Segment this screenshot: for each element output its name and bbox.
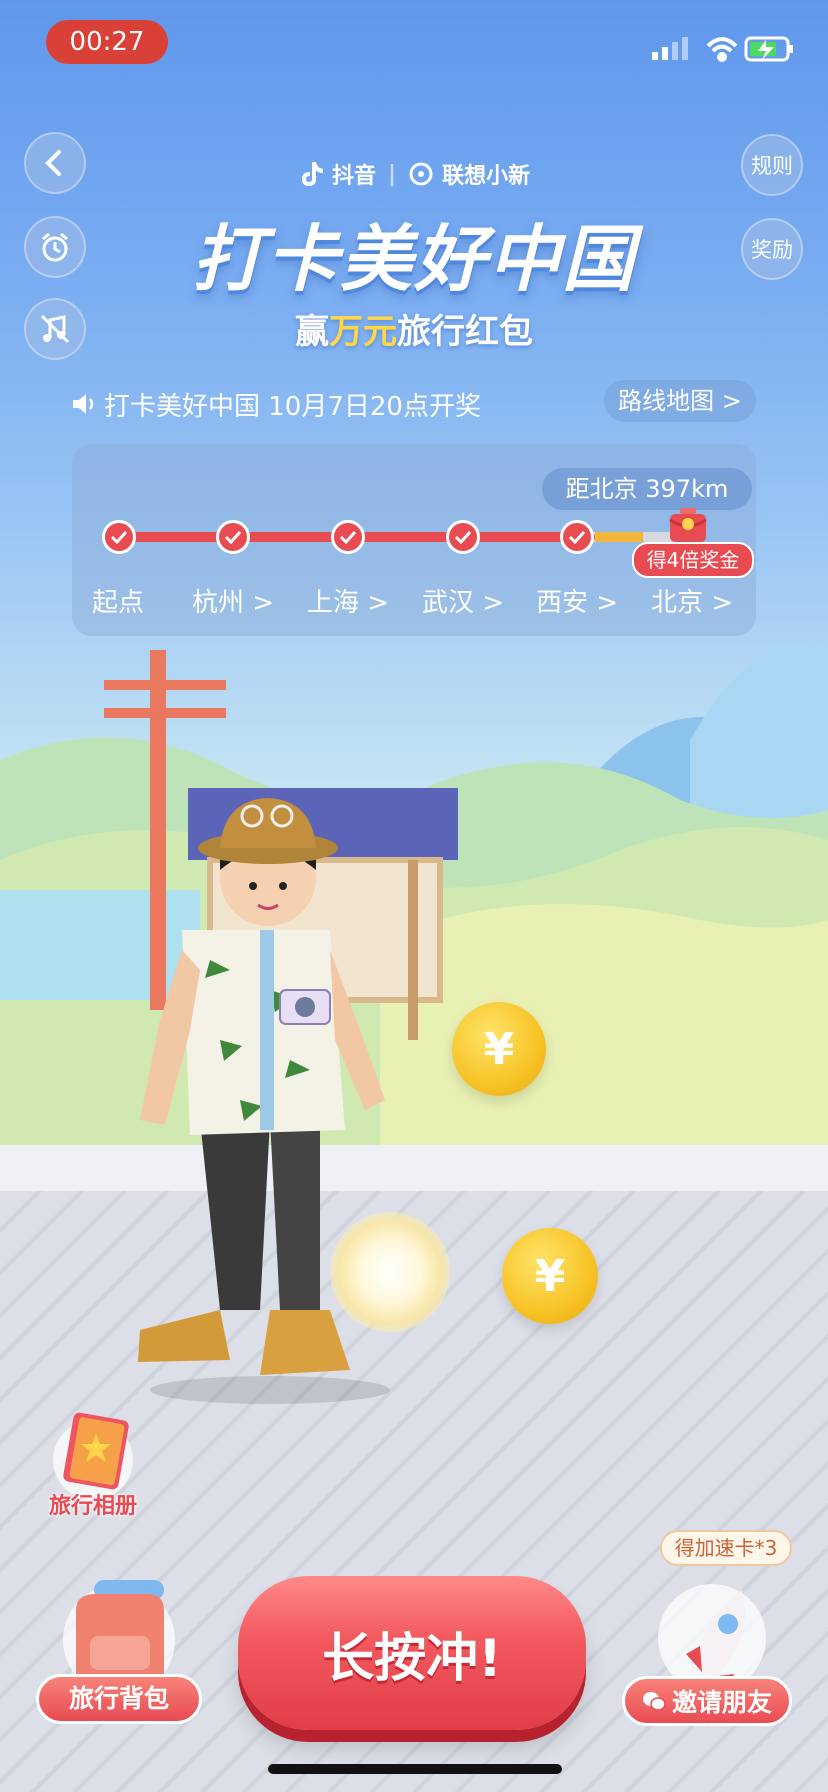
brand-douyin: 抖音 <box>332 164 377 189</box>
brand-lenovo: 联想小新 <box>442 164 531 189</box>
subtitle-post: 旅行红包 <box>397 312 533 352</box>
home-indicator <box>268 1764 562 1774</box>
energy-orb[interactable] <box>330 1212 450 1332</box>
subtitle-highlight: 万元 <box>329 312 397 352</box>
brand-bar: 抖音 | 联想小新 <box>298 156 530 192</box>
red-envelope-icon <box>669 508 707 542</box>
speaker-icon <box>73 394 94 414</box>
route-progress-partial <box>595 532 643 542</box>
travel-album-button[interactable]: 旅行相册 <box>40 1406 146 1524</box>
coin-lower: ¥ <box>502 1228 598 1324</box>
status-time: 00:27 <box>46 20 168 64</box>
stop-label-wuhan[interactable]: 武汉 > <box>403 582 523 619</box>
stop-label-beijing[interactable]: 北京 > <box>632 582 752 619</box>
yuan-icon: ¥ <box>483 1023 515 1075</box>
stop-label-hangzhou[interactable]: 杭州 > <box>173 582 293 619</box>
brand-divider: | <box>388 161 397 187</box>
notice-text: 打卡美好中国 10月7日20点开奖 <box>104 391 481 422</box>
signal-icon <box>652 37 688 60</box>
dash-button[interactable]: 长按冲! <box>238 1576 586 1730</box>
stop-dot-start <box>102 520 136 554</box>
coin-upper: ¥ <box>452 1002 546 1096</box>
stop-dot-wuhan <box>446 520 480 554</box>
notice-bar: 打卡美好中国 10月7日20点开奖 <box>70 384 481 424</box>
lenovo-logo-icon <box>409 162 433 186</box>
battery-icon <box>744 36 793 62</box>
stop-dot-hangzhou <box>216 520 250 554</box>
stop-label-shanghai[interactable]: 上海 > <box>288 582 408 619</box>
stop-label-start[interactable]: 起点 <box>58 582 178 619</box>
rules-button[interactable]: 规则 <box>741 134 803 196</box>
rules-label: 规则 <box>751 154 793 178</box>
page-title: 打卡美好中国 <box>191 217 636 301</box>
route-map-button[interactable]: 路线地图 > <box>604 380 756 422</box>
back-icon <box>45 150 61 176</box>
subtitle-pre: 赢 <box>295 312 329 352</box>
wechat-icon <box>642 1692 666 1711</box>
back-button[interactable] <box>24 132 86 194</box>
status-icons <box>652 36 793 62</box>
rocket-icon <box>658 1584 766 1694</box>
bonus-badge: 得4倍奖金 <box>632 542 754 578</box>
invite-label-pill: 邀请朋友 <box>622 1676 792 1726</box>
album-label: 旅行相册 <box>48 1494 137 1519</box>
distance-badge: 距北京 397km <box>542 468 752 510</box>
invite-friends-button[interactable]: 邀请朋友 <box>622 1576 792 1730</box>
page-subtitle: 赢万元旅行红包 <box>0 304 828 353</box>
stop-dot-xian <box>560 520 594 554</box>
douyin-logo-icon <box>302 162 323 186</box>
stop-label-xian[interactable]: 西安 > <box>517 582 637 619</box>
travel-backpack-button[interactable]: 旅行背包 <box>36 1570 202 1730</box>
stop-dot-shanghai <box>331 520 365 554</box>
wifi-icon <box>706 37 738 62</box>
check-icon <box>110 530 128 544</box>
backpack-icon <box>63 1580 175 1696</box>
check-icon <box>568 530 586 544</box>
backpack-label: 旅行背包 <box>36 1674 202 1724</box>
check-icon <box>454 530 472 544</box>
invite-label: 邀请朋友 <box>671 1688 772 1717</box>
check-icon <box>224 530 242 544</box>
yuan-icon: ¥ <box>534 1250 566 1302</box>
speed-card-tag: 得加速卡*3 <box>660 1530 792 1566</box>
check-icon <box>339 530 357 544</box>
